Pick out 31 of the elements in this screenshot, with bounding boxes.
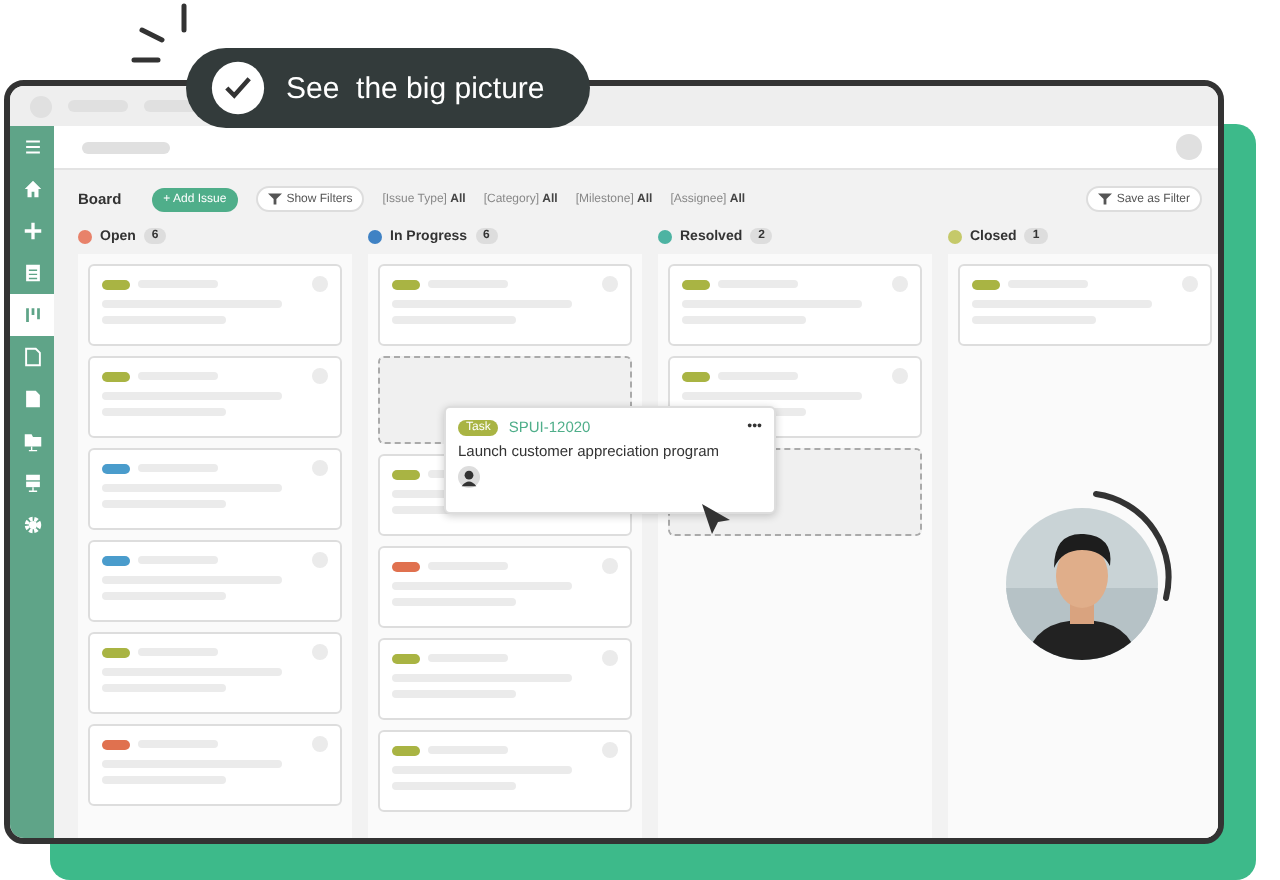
issue-card[interactable] bbox=[378, 264, 632, 346]
placeholder-circle bbox=[1176, 134, 1202, 160]
gear-icon[interactable] bbox=[21, 514, 43, 536]
menu-icon[interactable] bbox=[21, 136, 43, 158]
issue-card[interactable] bbox=[88, 264, 342, 346]
issue-card[interactable] bbox=[378, 638, 632, 720]
cursor-icon bbox=[700, 502, 732, 538]
issue-card[interactable] bbox=[378, 730, 632, 812]
issue-card[interactable] bbox=[668, 264, 922, 346]
placeholder-bar bbox=[82, 141, 170, 153]
issue-card[interactable] bbox=[88, 356, 342, 438]
board-icon[interactable] bbox=[21, 304, 43, 326]
issue-card[interactable] bbox=[88, 540, 342, 622]
document-icon[interactable] bbox=[21, 346, 43, 368]
issue-card[interactable] bbox=[88, 448, 342, 530]
folder-icon[interactable] bbox=[21, 430, 43, 452]
stack-icon[interactable] bbox=[21, 472, 43, 494]
issue-card[interactable] bbox=[88, 724, 342, 806]
issue-card[interactable] bbox=[378, 546, 632, 628]
issue-card[interactable] bbox=[958, 264, 1212, 346]
arc-drawing bbox=[1092, 490, 1172, 602]
list-icon[interactable] bbox=[21, 262, 43, 284]
check-icon bbox=[210, 60, 266, 116]
callout-text: See the big picture bbox=[286, 71, 545, 105]
filter-icon bbox=[268, 192, 283, 206]
file-icon[interactable] bbox=[21, 388, 43, 410]
issue-card[interactable] bbox=[88, 632, 342, 714]
plus-icon[interactable] bbox=[21, 220, 43, 242]
home-icon[interactable] bbox=[21, 178, 43, 200]
avatar-icon bbox=[458, 466, 480, 488]
filter-icon bbox=[1098, 192, 1113, 206]
